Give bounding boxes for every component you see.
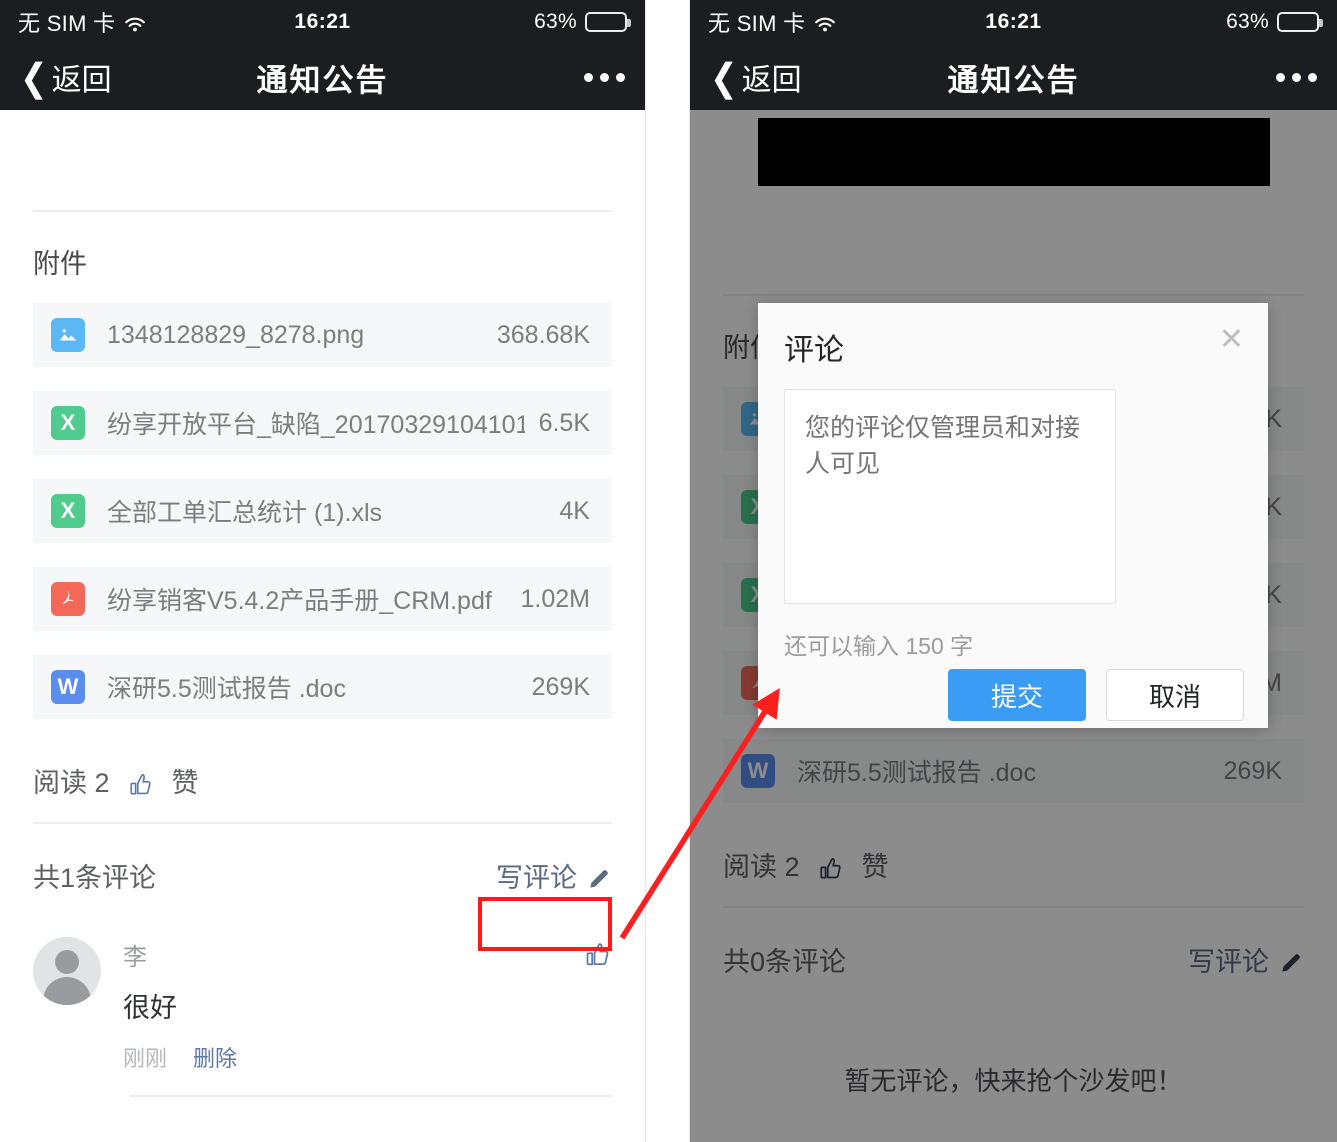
attachment-size: 1.02M <box>520 584 590 613</box>
attachment-row[interactable]: X 全部工单汇总统计 (1).xls 4K <box>33 479 612 543</box>
comment-list-item: 李 很好 刚刚 删除 <box>0 925 645 1073</box>
back-label: 返回 <box>741 64 802 97</box>
wifi-icon <box>813 14 837 32</box>
like-label[interactable]: 赞 <box>172 761 199 800</box>
post-meta-row: 阅读 2 赞 <box>0 743 645 822</box>
battery-icon <box>585 12 631 32</box>
attachments-section-title: 附件 <box>33 249 87 279</box>
delete-comment-link[interactable]: 删除 <box>193 1041 237 1073</box>
modal-actions: 提交 取消 <box>758 661 1268 721</box>
page-content-left: 附件 1348128829_8278.png 368.68K X 纷享开放平台_缺陷_… <box>0 110 645 1142</box>
comment-timestamp: 刚刚 <box>123 1046 168 1071</box>
excel-file-icon: X <box>51 494 85 528</box>
attachment-name: 纷享开放平台_缺陷_20170329104101.... <box>107 411 525 439</box>
comment-footer: 刚刚 删除 <box>123 1041 584 1073</box>
status-bar-left: 无 SIM 卡 16:21 63% <box>0 0 645 44</box>
status-bar-right: 无 SIM 卡 16:21 63% <box>690 0 1337 44</box>
chevron-left-icon: ❮ <box>20 55 48 99</box>
write-comment-label: 写评论 <box>496 863 577 893</box>
nav-bar-left: ❮ 返回 通知公告 <box>0 44 645 110</box>
status-bar-battery-group: 63% <box>534 10 631 34</box>
battery-percent-label: 63% <box>534 10 577 33</box>
status-bar-battery-group: 63% <box>1226 10 1323 34</box>
attachment-size: 269K <box>531 672 590 701</box>
carrier-label: 无 SIM 卡 <box>18 11 116 36</box>
more-horizontal-icon[interactable] <box>584 72 625 82</box>
comment-body: 李 很好 刚刚 删除 <box>123 937 584 1073</box>
attachment-row[interactable]: X 纷享开放平台_缺陷_20170329104101.... 6.5K <box>33 391 612 455</box>
pencil-icon <box>586 866 612 892</box>
back-button[interactable]: ❮ 返回 <box>20 55 112 99</box>
avatar <box>33 937 101 1005</box>
comment-author: 李 <box>123 944 147 971</box>
excel-file-icon: X <box>51 406 85 440</box>
cancel-button[interactable]: 取消 <box>1106 669 1244 721</box>
attachment-size: 4K <box>559 496 590 525</box>
attachment-name: 纷享销客V5.4.2产品手册_CRM.pdf <box>107 587 492 615</box>
image-file-icon <box>51 318 85 352</box>
status-bar-carrier-group: 无 SIM 卡 <box>708 6 837 38</box>
submit-button[interactable]: 提交 <box>948 669 1086 721</box>
close-icon[interactable]: ✕ <box>1219 325 1244 355</box>
attachment-size: 6.5K <box>538 408 590 437</box>
attachment-name: 1348128829_8278.png <box>107 320 365 349</box>
comment-textarea[interactable] <box>784 389 1116 604</box>
character-counter: 还可以输入 150 字 <box>784 633 974 659</box>
panel-divider-left <box>645 0 646 1142</box>
back-label: 返回 <box>51 64 112 97</box>
status-bar-carrier-group: 无 SIM 卡 <box>18 6 147 38</box>
comment-modal: 评论 ✕ 还可以输入 150 字 提交 取消 <box>758 303 1268 728</box>
attachment-row[interactable]: W 深研5.5测试报告 .doc 269K <box>33 655 612 719</box>
carrier-label: 无 SIM 卡 <box>708 11 806 36</box>
phone-panel-left: 无 SIM 卡 16:21 63% ❮ 返回 通知公告 附件 134812882… <box>0 0 645 1142</box>
comments-header: 共1条评论 写评论 <box>0 824 645 925</box>
more-horizontal-icon[interactable] <box>1276 72 1317 82</box>
nav-bar-right: ❮ 返回 通知公告 <box>690 44 1337 110</box>
battery-icon <box>1277 12 1323 32</box>
comment-item-divider <box>130 1095 612 1097</box>
attachment-row[interactable]: 纷享销客V5.4.2产品手册_CRM.pdf 1.02M <box>33 567 612 631</box>
attachment-list: 1348128829_8278.png 368.68K X 纷享开放平台_缺陷_201… <box>0 303 645 719</box>
attachment-row[interactable]: 1348128829_8278.png 368.68K <box>33 303 612 367</box>
attachment-name: 深研5.5测试报告 .doc <box>107 675 346 703</box>
modal-title: 评论 <box>784 334 844 367</box>
attachment-name: 全部工单汇总统计 (1).xls <box>107 499 383 527</box>
chevron-left-icon: ❮ <box>710 55 738 99</box>
screenshot-root: 无 SIM 卡 16:21 63% ❮ 返回 通知公告 附件 134812882… <box>0 0 1337 1142</box>
modal-header: 评论 ✕ <box>758 303 1268 369</box>
back-button[interactable]: ❮ 返回 <box>710 55 802 99</box>
wifi-icon <box>123 14 147 32</box>
phone-panel-right: 无 SIM 卡 16:21 63% ❮ 返回 通知公告 附件 W 深研5.5测试… <box>690 0 1337 1142</box>
read-count-label: 阅读 2 <box>33 768 110 798</box>
comment-like-button[interactable] <box>584 937 612 974</box>
comment-text: 很好 <box>123 993 177 1023</box>
word-file-icon: W <box>51 670 85 704</box>
attachment-size: 368.68K <box>496 320 590 349</box>
battery-percent-label: 63% <box>1226 10 1269 33</box>
thumbs-up-icon[interactable] <box>128 772 154 798</box>
write-comment-button[interactable]: 写评论 <box>496 856 612 895</box>
pdf-file-icon <box>51 582 85 616</box>
comment-count-label: 共1条评论 <box>33 863 157 893</box>
